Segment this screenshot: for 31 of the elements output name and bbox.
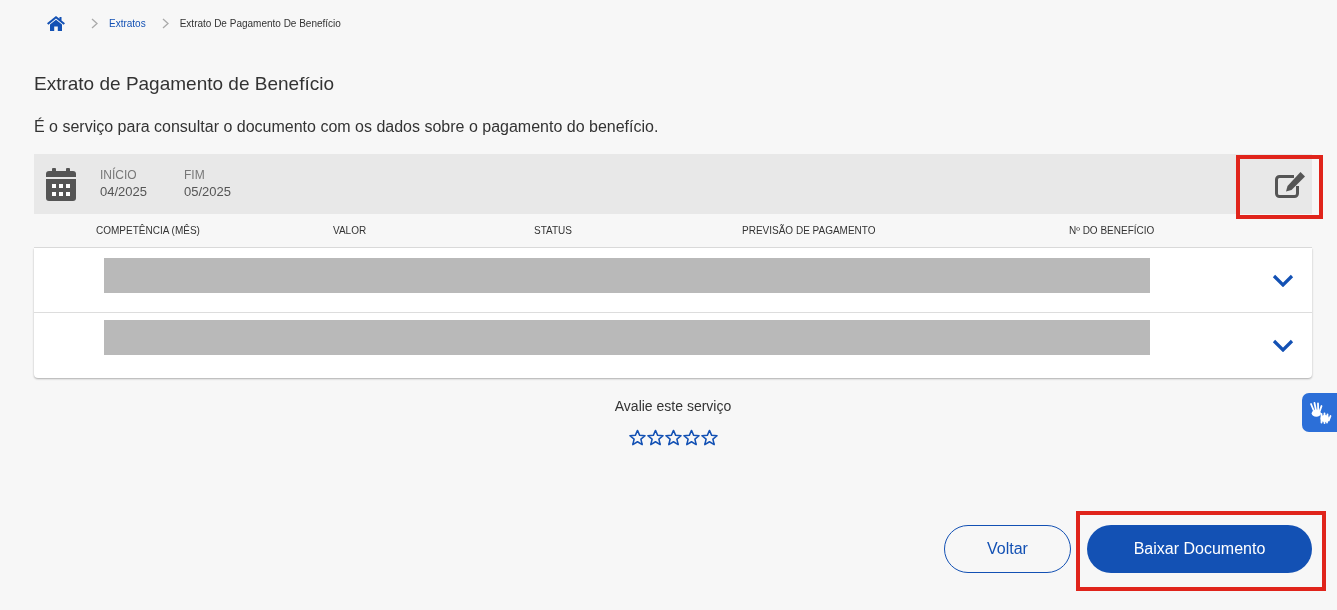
star-icon[interactable] — [646, 429, 664, 446]
end-value: 05/2025 — [184, 183, 231, 201]
home-icon — [47, 15, 65, 31]
page-title: Extrato de Pagamento de Benefício — [34, 72, 335, 96]
rating-prompt: Avalie este serviço — [614, 398, 732, 415]
end-label: FIM — [184, 167, 205, 183]
calendar-icon — [46, 167, 76, 201]
column-header: STATUS — [534, 225, 572, 236]
start-label: INÍCIO — [100, 167, 137, 183]
chevron-right-icon — [161, 17, 169, 29]
download-button[interactable]: Baixar Documento — [1087, 525, 1312, 573]
column-header: VALOR — [333, 225, 367, 236]
breadcrumb-link[interactable]: Extratos — [109, 17, 146, 29]
home-link[interactable] — [47, 15, 65, 31]
page-description: É o serviço para consultar o documento com os dados sobre o pagamento do benefício. — [34, 117, 660, 137]
chevron-right-icon — [91, 17, 98, 29]
star-icon[interactable] — [700, 429, 718, 446]
star-icon[interactable] — [628, 429, 646, 446]
start-value: 04/2025 — [100, 183, 147, 201]
chevron-down-icon — [1272, 273, 1294, 287]
pencil-square-icon — [1275, 172, 1305, 198]
accessibility-button[interactable] — [1302, 393, 1337, 432]
breadcrumb-current: Extrato De Pagamento De Benefício — [179, 17, 341, 29]
column-header: COMPETÊNCIA (MÊS) — [96, 225, 200, 236]
star-rating[interactable] — [628, 429, 718, 446]
column-header: PREVISÃO DE PAGAMENTO — [742, 225, 876, 236]
column-header: Nº DO BENEFÍCIO — [1069, 225, 1155, 236]
sign-language-icon — [1307, 400, 1332, 425]
star-icon[interactable] — [682, 429, 700, 446]
star-icon[interactable] — [664, 429, 682, 446]
chevron-down-icon — [1272, 339, 1294, 352]
